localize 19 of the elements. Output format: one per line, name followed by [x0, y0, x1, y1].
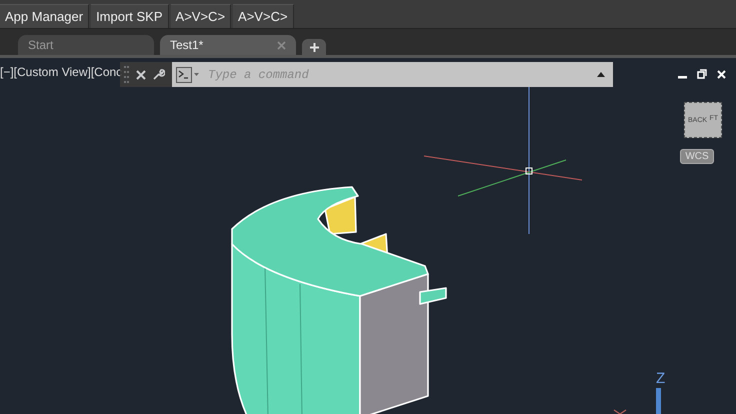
grip-icon[interactable]	[124, 64, 130, 84]
axis-label: Z	[656, 370, 666, 387]
ribbon-button[interactable]: App Manager	[0, 4, 90, 28]
tab-label: Test1*	[170, 38, 204, 52]
plus-icon	[308, 42, 320, 52]
file-tab[interactable]: Test1*	[160, 35, 296, 55]
ribbon-button[interactable]: Import SKP	[91, 4, 169, 28]
command-input-field[interactable]: Type a command	[206, 66, 591, 82]
wrench-icon[interactable]	[152, 68, 165, 81]
ribbon-button[interactable]: A>V>C>	[233, 4, 294, 28]
tab-label: Start	[28, 38, 54, 52]
restore-icon[interactable]	[697, 69, 707, 79]
command-prompt-icon[interactable]	[176, 66, 200, 82]
command-line-field[interactable]: Type a command	[172, 62, 613, 87]
viewport-label[interactable]: [−][Custom View][Conc	[0, 65, 122, 79]
caret-icon[interactable]	[597, 72, 605, 77]
ucs-drawing	[613, 388, 661, 414]
new-tab-button[interactable]	[302, 39, 326, 55]
ribbon-button[interactable]: A>V>C>	[170, 4, 232, 28]
